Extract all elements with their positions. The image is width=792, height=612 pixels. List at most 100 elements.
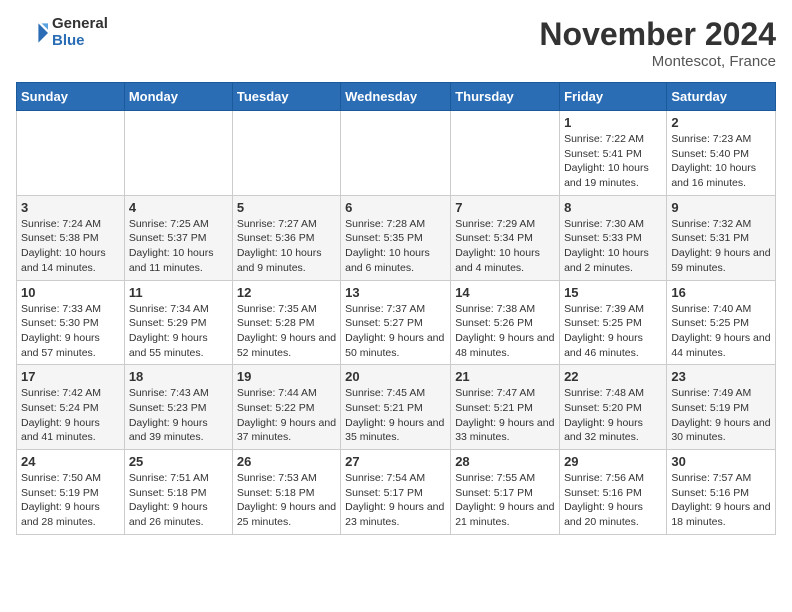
calendar-week-row: 3Sunrise: 7:24 AM Sunset: 5:38 PM Daylig… [17,195,776,280]
calendar-cell: 9 Sunrise: 7:32 AM Sunset: 5:31 PM Daylig… [667,195,776,280]
day-number: 9 [671,200,771,215]
calendar: Sunday Monday Tuesday Wednesday Thursday… [16,82,776,535]
day-info: Sunrise: 7:25 AM Sunset: 5:37 PM Dayligh… [129,217,228,276]
day-number: 13 [345,285,446,300]
day-info: Sunrise: 7:44 AM Sunset: 5:22 PM Dayligh… [237,386,336,445]
day-number: 5 [237,200,336,215]
day-number: 25 [129,454,228,469]
calendar-cell: 4 Sunrise: 7:25 AM Sunset: 5:37 PM Daylig… [124,195,232,280]
title-block: November 2024 Montescot, France [539,16,776,70]
day-info: Sunrise: 7:47 AM Sunset: 5:21 PM Dayligh… [455,386,555,445]
day-info: Sunrise: 7:48 AM Sunset: 5:20 PM Dayligh… [564,386,662,445]
calendar-week-row: 1 Sunrise: 7:22 AM Sunset: 5:41 PM Daylig… [17,111,776,196]
calendar-cell: 21 Sunrise: 7:47 AM Sunset: 5:21 PM Dayli… [451,365,560,450]
location: Montescot, France [539,53,776,70]
logo-blue: Blue [52,33,108,50]
day-info: Sunrise: 7:57 AM Sunset: 5:16 PM Dayligh… [671,471,771,530]
calendar-cell: 14 Sunrise: 7:38 AM Sunset: 5:26 PM Dayli… [451,280,560,365]
calendar-cell: 12Sunrise: 7:35 AM Sunset: 5:28 PM Dayli… [232,280,340,365]
day-info: Sunrise: 7:53 AM Sunset: 5:18 PM Dayligh… [237,471,336,530]
day-number: 6 [345,200,446,215]
day-info: Sunrise: 7:23 AM Sunset: 5:40 PM Dayligh… [671,132,771,191]
day-number: 29 [564,454,662,469]
calendar-cell: 5 Sunrise: 7:27 AM Sunset: 5:36 PM Daylig… [232,195,340,280]
calendar-cell: 13 Sunrise: 7:37 AM Sunset: 5:27 PM Dayli… [341,280,451,365]
calendar-week-row: 17Sunrise: 7:42 AM Sunset: 5:24 PM Dayli… [17,365,776,450]
day-number: 10 [21,285,120,300]
day-number: 15 [564,285,662,300]
logo-text: General Blue [52,16,108,49]
calendar-week-row: 10 Sunrise: 7:33 AM Sunset: 5:30 PM Dayli… [17,280,776,365]
calendar-cell: 23Sunrise: 7:49 AM Sunset: 5:19 PM Dayli… [667,365,776,450]
calendar-cell: 24Sunrise: 7:50 AM Sunset: 5:19 PM Dayli… [17,450,125,535]
calendar-header-row: Sunday Monday Tuesday Wednesday Thursday… [17,83,776,111]
day-info: Sunrise: 7:45 AM Sunset: 5:21 PM Dayligh… [345,386,446,445]
calendar-cell: 22 Sunrise: 7:48 AM Sunset: 5:20 PM Dayli… [560,365,667,450]
day-number: 30 [671,454,771,469]
col-wednesday: Wednesday [341,83,451,111]
day-info: Sunrise: 7:49 AM Sunset: 5:19 PM Dayligh… [671,386,771,445]
month-title: November 2024 [539,16,776,53]
calendar-cell: 20 Sunrise: 7:45 AM Sunset: 5:21 PM Dayli… [341,365,451,450]
day-info: Sunrise: 7:22 AM Sunset: 5:41 PM Dayligh… [564,132,662,191]
calendar-cell: 26 Sunrise: 7:53 AM Sunset: 5:18 PM Dayli… [232,450,340,535]
day-number: 21 [455,369,555,384]
day-number: 7 [455,200,555,215]
day-info: Sunrise: 7:34 AM Sunset: 5:29 PM Dayligh… [129,302,228,361]
col-friday: Friday [560,83,667,111]
calendar-cell: 7 Sunrise: 7:29 AM Sunset: 5:34 PM Daylig… [451,195,560,280]
col-monday: Monday [124,83,232,111]
day-number: 28 [455,454,555,469]
day-info: Sunrise: 7:38 AM Sunset: 5:26 PM Dayligh… [455,302,555,361]
day-number: 16 [671,285,771,300]
day-info: Sunrise: 7:50 AM Sunset: 5:19 PM Dayligh… [21,471,120,530]
calendar-cell: 8Sunrise: 7:30 AM Sunset: 5:33 PM Daylig… [560,195,667,280]
calendar-cell: 2 Sunrise: 7:23 AM Sunset: 5:40 PM Daylig… [667,111,776,196]
day-info: Sunrise: 7:37 AM Sunset: 5:27 PM Dayligh… [345,302,446,361]
day-info: Sunrise: 7:56 AM Sunset: 5:16 PM Dayligh… [564,471,662,530]
calendar-cell: 30 Sunrise: 7:57 AM Sunset: 5:16 PM Dayli… [667,450,776,535]
day-info: Sunrise: 7:29 AM Sunset: 5:34 PM Dayligh… [455,217,555,276]
calendar-cell [451,111,560,196]
day-info: Sunrise: 7:39 AM Sunset: 5:25 PM Dayligh… [564,302,662,361]
day-number: 3 [21,200,120,215]
day-number: 1 [564,115,662,130]
day-number: 27 [345,454,446,469]
day-info: Sunrise: 7:32 AM Sunset: 5:31 PM Dayligh… [671,217,771,276]
calendar-cell: 15 Sunrise: 7:39 AM Sunset: 5:25 PM Dayli… [560,280,667,365]
col-tuesday: Tuesday [232,83,340,111]
calendar-cell: 28Sunrise: 7:55 AM Sunset: 5:17 PM Dayli… [451,450,560,535]
day-info: Sunrise: 7:51 AM Sunset: 5:18 PM Dayligh… [129,471,228,530]
page-header: General Blue November 2024 Montescot, Fr… [16,16,776,70]
day-info: Sunrise: 7:33 AM Sunset: 5:30 PM Dayligh… [21,302,120,361]
calendar-cell: 19Sunrise: 7:44 AM Sunset: 5:22 PM Dayli… [232,365,340,450]
calendar-cell: 18 Sunrise: 7:43 AM Sunset: 5:23 PM Dayli… [124,365,232,450]
logo-general: General [52,16,108,33]
calendar-cell: 29 Sunrise: 7:56 AM Sunset: 5:16 PM Dayli… [560,450,667,535]
day-info: Sunrise: 7:42 AM Sunset: 5:24 PM Dayligh… [21,386,120,445]
day-number: 26 [237,454,336,469]
day-number: 18 [129,369,228,384]
calendar-cell [232,111,340,196]
col-thursday: Thursday [451,83,560,111]
calendar-cell [124,111,232,196]
calendar-cell: 3Sunrise: 7:24 AM Sunset: 5:38 PM Daylig… [17,195,125,280]
day-number: 12 [237,285,336,300]
day-info: Sunrise: 7:43 AM Sunset: 5:23 PM Dayligh… [129,386,228,445]
day-number: 22 [564,369,662,384]
day-number: 4 [129,200,228,215]
logo-icon [16,17,48,49]
calendar-cell [341,111,451,196]
day-number: 20 [345,369,446,384]
calendar-cell: 6Sunrise: 7:28 AM Sunset: 5:35 PM Daylig… [341,195,451,280]
day-info: Sunrise: 7:40 AM Sunset: 5:25 PM Dayligh… [671,302,771,361]
calendar-cell: 25 Sunrise: 7:51 AM Sunset: 5:18 PM Dayli… [124,450,232,535]
day-number: 2 [671,115,771,130]
calendar-cell: 16 Sunrise: 7:40 AM Sunset: 5:25 PM Dayli… [667,280,776,365]
logo: General Blue [16,16,108,49]
calendar-cell: 17Sunrise: 7:42 AM Sunset: 5:24 PM Dayli… [17,365,125,450]
col-sunday: Sunday [17,83,125,111]
day-info: Sunrise: 7:27 AM Sunset: 5:36 PM Dayligh… [237,217,336,276]
day-info: Sunrise: 7:54 AM Sunset: 5:17 PM Dayligh… [345,471,446,530]
day-number: 14 [455,285,555,300]
